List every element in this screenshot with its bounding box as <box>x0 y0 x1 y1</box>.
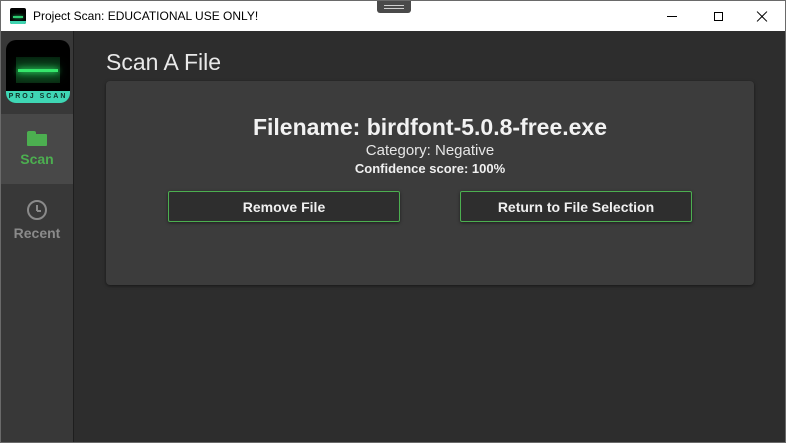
app-window: Project Scan: EDUCATIONAL USE ONLY! PROJ… <box>0 0 786 443</box>
window-title: Project Scan: EDUCATIONAL USE ONLY! <box>33 9 259 23</box>
drag-handle-icon[interactable] <box>377 1 411 13</box>
remove-file-button[interactable]: Remove File <box>168 191 400 222</box>
sidebar-item-label: Recent <box>13 224 61 241</box>
sidebar-item-label: Scan <box>20 151 54 167</box>
minimize-button[interactable] <box>649 1 695 31</box>
minimize-icon <box>667 15 677 17</box>
close-icon <box>756 10 768 22</box>
logo-text: PROJ SCAN <box>6 91 70 103</box>
confidence-label: Confidence score: 100% <box>354 161 506 176</box>
page-title: Scan A File <box>106 49 222 75</box>
sidebar: PROJ SCAN Scan Recent <box>1 31 74 442</box>
sidebar-item-recent[interactable]: Recent <box>1 185 73 255</box>
close-button[interactable] <box>739 1 785 31</box>
maximize-button[interactable] <box>695 1 741 31</box>
app-icon <box>10 8 26 24</box>
clock-icon <box>27 199 47 220</box>
scan-result-card: Filename: birdfont-5.0.8-free.exe Catego… <box>106 81 754 285</box>
filename-label: Filename: birdfont-5.0.8-free.exe <box>252 114 608 140</box>
sidebar-item-scan[interactable]: Scan <box>1 114 73 184</box>
return-to-file-selection-button[interactable]: Return to File Selection <box>460 191 692 222</box>
app-logo: PROJ SCAN <box>6 40 70 103</box>
maximize-icon <box>713 11 723 21</box>
title-bar[interactable]: Project Scan: EDUCATIONAL USE ONLY! <box>1 1 785 31</box>
folder-icon <box>27 131 47 146</box>
category-label: Category: Negative <box>365 142 495 159</box>
